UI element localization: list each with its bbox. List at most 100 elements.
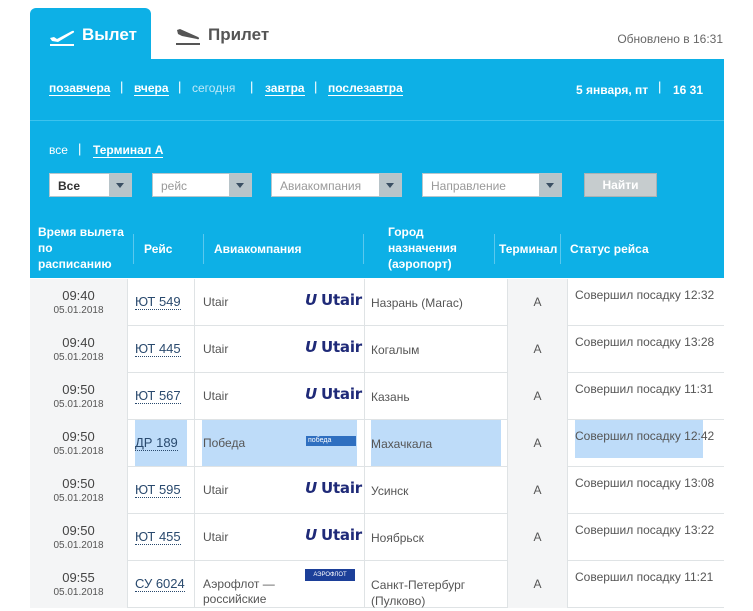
terminal-value: A	[533, 342, 542, 356]
updated-time: Обновлено в 16:31	[617, 32, 723, 46]
flight-number-link[interactable]: ЮТ 595	[135, 483, 181, 498]
destination-name: Усинск	[371, 484, 409, 498]
terminal-filter-a[interactable]: Терминал А	[93, 143, 164, 158]
flight-number-link[interactable]: СУ 6024	[135, 577, 185, 592]
header-divider	[133, 234, 134, 264]
header-divider	[363, 234, 364, 264]
terminal-select[interactable]: Все	[49, 173, 132, 197]
table-row[interactable]: 09:55 05.01.2018 СУ 6024 Аэрофлот — российс…	[30, 561, 724, 611]
chevron-down-icon	[229, 174, 251, 196]
table-row[interactable]: 09:40 05.01.2018 ЮТ 445 Utair U Utair Когалым A…	[30, 326, 724, 373]
airline-name: Utair	[203, 530, 229, 544]
terminal-cell: A	[508, 514, 568, 561]
airline-select[interactable]: Авиакомпания	[271, 173, 402, 197]
date-link-day-before-yesterday[interactable]: позавчера	[49, 81, 111, 96]
find-button[interactable]: Найти	[584, 173, 657, 197]
current-date: 5 января, пт	[576, 83, 649, 97]
terminal-filter-all[interactable]: все	[49, 143, 68, 157]
airline-name: Победа	[203, 436, 246, 450]
table-row[interactable]: 09:50 05.01.2018 ЮТ 567 Utair U Utair Казань A С…	[30, 373, 724, 420]
scheduled-date: 05.01.2018	[53, 587, 104, 598]
date-link-today[interactable]: сегодня	[192, 81, 235, 95]
flight-input[interactable]: рейс	[152, 173, 252, 197]
header-divider	[494, 234, 495, 264]
terminal-cell: A	[508, 279, 568, 326]
tab-departure[interactable]: Вылет	[30, 8, 151, 60]
tab-arrival[interactable]: Прилет	[170, 8, 290, 60]
status-cell: Совершил посадку 11:31	[568, 373, 724, 420]
time-cell: 09:40 05.01.2018	[30, 326, 128, 373]
table-row[interactable]: 09:50 05.01.2018 ДР 189 Победа победа Махачка…	[30, 420, 724, 467]
destination-name: Ноябрьск	[371, 531, 424, 545]
flight-number-link[interactable]: ЮТ 567	[135, 389, 181, 404]
flight-status: Совершил посадку 12:42	[575, 429, 715, 443]
scheduled-date: 05.01.2018	[53, 493, 104, 504]
direction-select[interactable]: Направление	[422, 173, 562, 197]
terminal-cell: A	[508, 467, 568, 514]
direction-select-placeholder: Направление	[431, 179, 506, 193]
scheduled-time: 09:40	[62, 288, 95, 303]
flight-status: Совершил посадку 13:08	[575, 476, 715, 490]
airline-cell: Utair U Utair	[195, 373, 365, 420]
airline-name: Аэрофлот — российские авиалинии	[203, 577, 275, 611]
flight-number-link[interactable]: ЮТ 455	[135, 530, 181, 545]
utair-logo: U Utair	[305, 291, 362, 309]
table-row[interactable]: 09:50 05.01.2018 ЮТ 455 Utair U Utair Ноябрьск…	[30, 514, 724, 561]
utair-logo: U Utair	[305, 526, 362, 544]
scheduled-date: 05.01.2018	[53, 305, 104, 316]
airline-cell: Utair U Utair	[195, 467, 365, 514]
destination-cell: Когалым	[365, 326, 508, 373]
pobeda-logo: победа	[306, 436, 356, 446]
utair-logo: U Utair	[305, 338, 362, 356]
destination-cell: Усинск	[365, 467, 508, 514]
header-status: Статус рейса	[570, 242, 649, 256]
flight-cell: ЮТ 455	[128, 514, 195, 561]
flight-status: Совершил посадку 13:28	[575, 335, 715, 349]
utair-logo: U Utair	[305, 479, 362, 497]
status-cell: Совершил посадку 13:28	[568, 326, 724, 373]
airline-name: Utair	[203, 389, 229, 403]
airline-cell: Аэрофлот — российские авиалинии АЭРОФЛОТ	[195, 561, 365, 611]
airline-name: Utair	[203, 342, 229, 356]
time-cell: 09:40 05.01.2018	[30, 279, 128, 326]
terminal-cell: A	[508, 420, 568, 467]
terminal-select-value: Все	[58, 179, 81, 193]
flight-input-placeholder: рейс	[161, 179, 188, 193]
header-destination: Город назначения (аэропорт)	[388, 225, 457, 271]
status-cell: Совершил посадку 11:21	[568, 561, 724, 608]
flight-cell: ЮТ 567	[128, 373, 195, 420]
date-link-tomorrow[interactable]: завтра	[265, 81, 305, 96]
date-nav: позавчера | вчера | сегодня | завтра | п…	[30, 59, 724, 121]
scheduled-time: 09:50	[62, 382, 95, 397]
destination-name: Махачкала	[371, 437, 433, 451]
chevron-down-icon	[379, 174, 401, 196]
terminal-cell: A	[508, 373, 568, 420]
flight-status: Совершил посадку 13:22	[575, 523, 715, 537]
flight-cell: ЮТ 445	[128, 326, 195, 373]
flight-number-link[interactable]: ДР 189	[135, 436, 178, 451]
flight-status: Совершил посадку 11:21	[575, 570, 714, 584]
destination-name: Казань	[371, 390, 410, 404]
terminal-cell: A	[508, 326, 568, 373]
terminal-value: A	[533, 295, 542, 309]
date-link-yesterday[interactable]: вчера	[134, 81, 169, 96]
chevron-down-icon	[539, 174, 561, 196]
scheduled-time: 09:50	[62, 429, 95, 444]
destination-cell: Ноябрьск	[365, 514, 508, 561]
table-row[interactable]: 09:40 05.01.2018 ЮТ 549 Utair U Utair Назрань …	[30, 279, 724, 326]
table-row[interactable]: 09:50 05.01.2018 ЮТ 595 Utair U Utair Усинск A С…	[30, 467, 724, 514]
scheduled-date: 05.01.2018	[53, 352, 104, 363]
flight-number-link[interactable]: ЮТ 549	[135, 295, 181, 310]
plane-takeoff-icon	[50, 30, 75, 46]
destination-cell: Назрань (Магас)	[365, 279, 508, 326]
scheduled-date: 05.01.2018	[53, 540, 104, 551]
destination-name: Санкт-Петербург (Пулково)	[371, 578, 466, 608]
airline-cell: Utair U Utair	[195, 326, 365, 373]
date-separator: |	[250, 79, 254, 94]
date-separator: |	[120, 79, 124, 94]
date-separator: |	[178, 79, 182, 94]
header-divider	[203, 234, 204, 264]
flight-number-link[interactable]: ЮТ 445	[135, 342, 181, 357]
date-link-day-after-tomorrow[interactable]: послезавтра	[328, 81, 403, 96]
terminal-value: A	[533, 436, 542, 450]
